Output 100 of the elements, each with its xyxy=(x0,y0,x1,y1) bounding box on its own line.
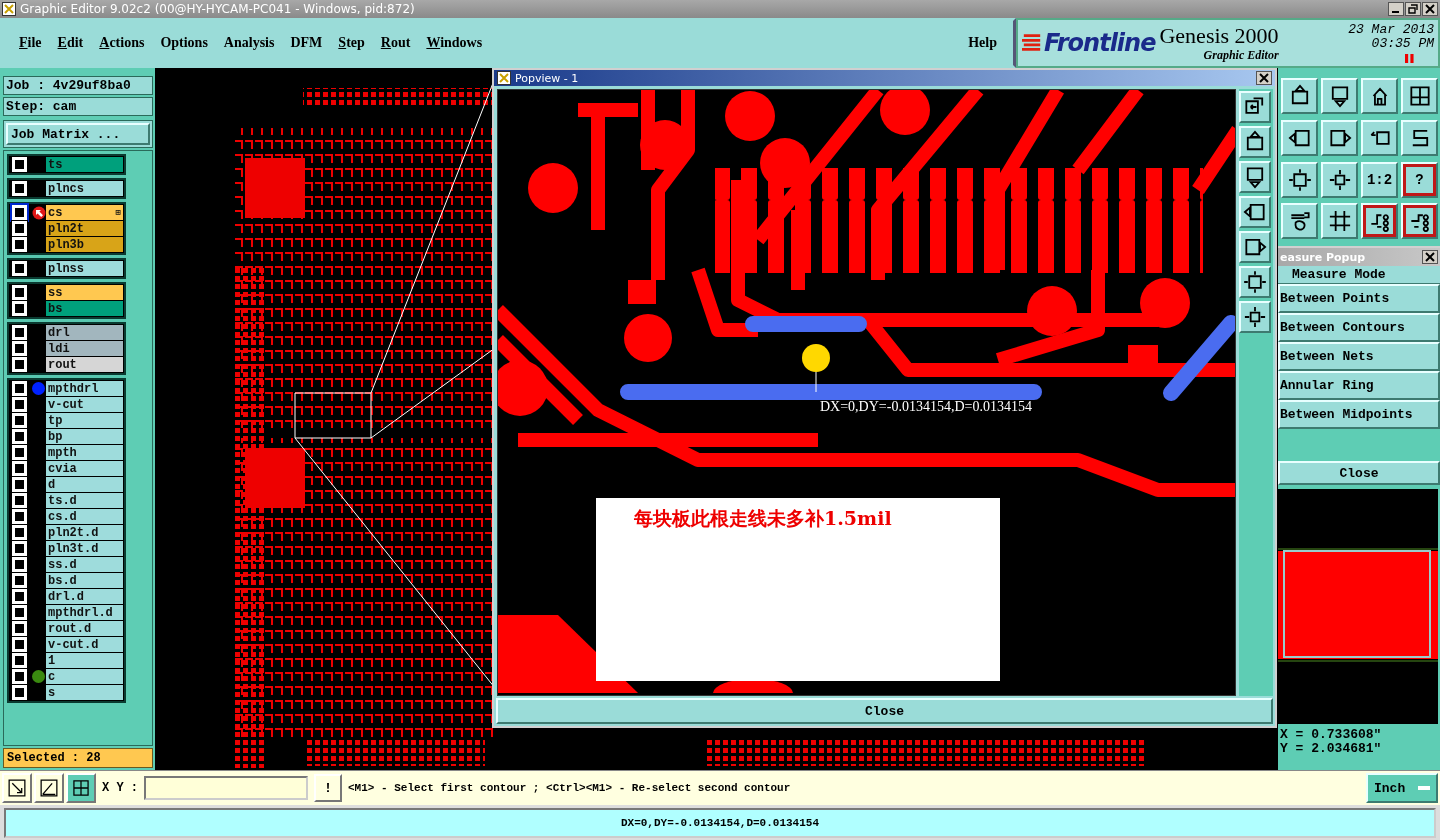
grid-icon[interactable] xyxy=(1321,203,1358,240)
menu-item[interactable]: Step xyxy=(330,35,373,51)
menu-item[interactable]: Options xyxy=(152,35,216,51)
layer-name[interactable]: drl.d xyxy=(46,589,123,604)
minimize-icon[interactable] xyxy=(1388,2,1404,16)
s-curve-icon[interactable] xyxy=(1401,119,1438,156)
layer-checkbox[interactable] xyxy=(12,301,27,316)
layer-checkbox[interactable] xyxy=(12,653,27,668)
menu-item[interactable]: Windows xyxy=(418,35,491,51)
layer-checkbox[interactable] xyxy=(12,341,27,356)
alert-button[interactable]: ! xyxy=(314,774,342,802)
layer-checkbox[interactable] xyxy=(12,509,27,524)
circuit-lights-icon[interactable] xyxy=(1361,203,1398,240)
mode-button[interactable]: Between Midpoints xyxy=(1278,400,1440,429)
layer-checkbox[interactable] xyxy=(12,605,27,620)
layer-name[interactable]: mpthdrl.d xyxy=(46,605,123,620)
layer-checkbox[interactable] xyxy=(12,397,27,412)
layer-checkbox[interactable] xyxy=(12,285,27,300)
mode-button[interactable]: Annular Ring xyxy=(1278,371,1440,400)
tray-up-icon[interactable] xyxy=(1239,126,1272,158)
restore-icon[interactable] xyxy=(1405,2,1421,16)
mode-button[interactable]: Between Contours xyxy=(1278,313,1440,342)
layer-checkbox[interactable] xyxy=(12,413,27,428)
layer-name[interactable]: plnss xyxy=(46,261,123,276)
layer-name[interactable]: ts xyxy=(46,157,123,172)
layer-name[interactable]: s xyxy=(46,685,123,700)
layer-checkbox[interactable] xyxy=(12,669,27,684)
layer-name[interactable]: ss.d xyxy=(46,557,123,572)
layer-name[interactable]: ts.d xyxy=(46,493,123,508)
layer-name[interactable]: cvia xyxy=(46,461,123,476)
layer-checkbox[interactable] xyxy=(12,589,27,604)
layer-checkbox[interactable] xyxy=(12,157,27,172)
job-matrix-button[interactable]: Job Matrix ... xyxy=(6,123,150,145)
layer-checkbox[interactable] xyxy=(12,325,27,340)
layer-name[interactable]: rout.d xyxy=(46,621,123,636)
menu-item[interactable]: File xyxy=(11,35,50,51)
layer-checkbox[interactable] xyxy=(12,541,27,556)
layer-checkbox[interactable] xyxy=(12,181,27,196)
angle-icon[interactable] xyxy=(34,773,64,803)
layer-name[interactable]: cs ⊞ xyxy=(46,205,123,220)
layer-name[interactable]: c xyxy=(46,669,123,684)
layer-name[interactable]: v-cut.d xyxy=(46,637,123,652)
layer-name[interactable]: d xyxy=(46,477,123,492)
layer-name[interactable]: pln2t.d xyxy=(46,525,123,540)
mode-button[interactable]: Between Nets xyxy=(1278,342,1440,371)
layer-checkbox[interactable] xyxy=(12,237,27,252)
xy-input-field[interactable] xyxy=(144,776,308,800)
layer-checkbox[interactable] xyxy=(12,573,27,588)
layer-name[interactable]: v-cut xyxy=(46,397,123,412)
units-dropdown[interactable]: Inch xyxy=(1366,773,1438,803)
layer-name[interactable]: rout xyxy=(46,357,123,372)
tool-button[interactable]: ? xyxy=(1401,161,1438,198)
mode-button[interactable]: Between Points xyxy=(1278,284,1440,313)
layer-checkbox[interactable] xyxy=(12,685,27,700)
help-menu[interactable]: Help xyxy=(960,35,1005,51)
layer-name[interactable]: tp xyxy=(46,413,123,428)
layer-name[interactable]: drl xyxy=(46,325,123,340)
layer-checkbox[interactable] xyxy=(12,445,27,460)
layer-checkbox[interactable] xyxy=(12,525,27,540)
window-panes-icon[interactable] xyxy=(1401,78,1438,114)
layer-name[interactable]: bs xyxy=(46,301,123,316)
close-icon[interactable] xyxy=(1422,250,1438,264)
close-button[interactable]: Close xyxy=(496,698,1273,724)
layer-name[interactable]: mpth xyxy=(46,445,123,460)
layer-name[interactable]: pln3t.d xyxy=(46,541,123,556)
menu-item[interactable]: Edit xyxy=(49,35,92,51)
menu-item[interactable]: Analysis xyxy=(215,35,283,51)
close-icon[interactable] xyxy=(1256,71,1272,85)
close-icon[interactable] xyxy=(1422,2,1438,16)
layer-name[interactable]: mpthdrl xyxy=(46,381,123,396)
tray-up-icon[interactable] xyxy=(1281,78,1318,114)
tray-down-icon[interactable] xyxy=(1321,78,1358,114)
layer-checkbox[interactable] xyxy=(12,477,27,492)
layer-name[interactable]: cs.d xyxy=(46,509,123,524)
layer-checkbox[interactable] xyxy=(12,429,27,444)
layer-checkbox[interactable] xyxy=(12,357,27,372)
layer-name[interactable]: 1 xyxy=(46,653,123,668)
layer-name[interactable]: pln2t xyxy=(46,221,123,236)
tray-down-icon[interactable] xyxy=(1239,161,1272,193)
layer-checkbox[interactable] xyxy=(12,557,27,572)
layer-name[interactable]: plncs xyxy=(46,181,123,196)
house-icon[interactable] xyxy=(1361,78,1398,114)
layer-name[interactable]: ss xyxy=(46,285,123,300)
layer-name[interactable]: bp xyxy=(46,429,123,444)
menu-item[interactable]: Rout xyxy=(372,35,419,51)
close-button[interactable]: Close xyxy=(1278,461,1440,485)
menu-item[interactable]: DFM xyxy=(282,35,331,51)
grid-square-icon[interactable] xyxy=(66,773,96,803)
layer-name[interactable]: ldi xyxy=(46,341,123,356)
menu-item[interactable]: Actions xyxy=(91,35,153,51)
layer-checkbox[interactable] xyxy=(12,261,27,276)
tool-button[interactable]: 1:2 xyxy=(1361,161,1398,198)
layer-checkbox[interactable] xyxy=(12,621,27,636)
layer-checkbox[interactable] xyxy=(12,205,27,220)
layer-checkbox[interactable] xyxy=(12,221,27,236)
layer-checkbox[interactable] xyxy=(12,493,27,508)
layer-checkbox[interactable] xyxy=(12,461,27,476)
layer-checkbox[interactable] xyxy=(12,637,27,652)
undo-box-icon[interactable] xyxy=(1361,119,1398,156)
layer-name[interactable]: bs.d xyxy=(46,573,123,588)
